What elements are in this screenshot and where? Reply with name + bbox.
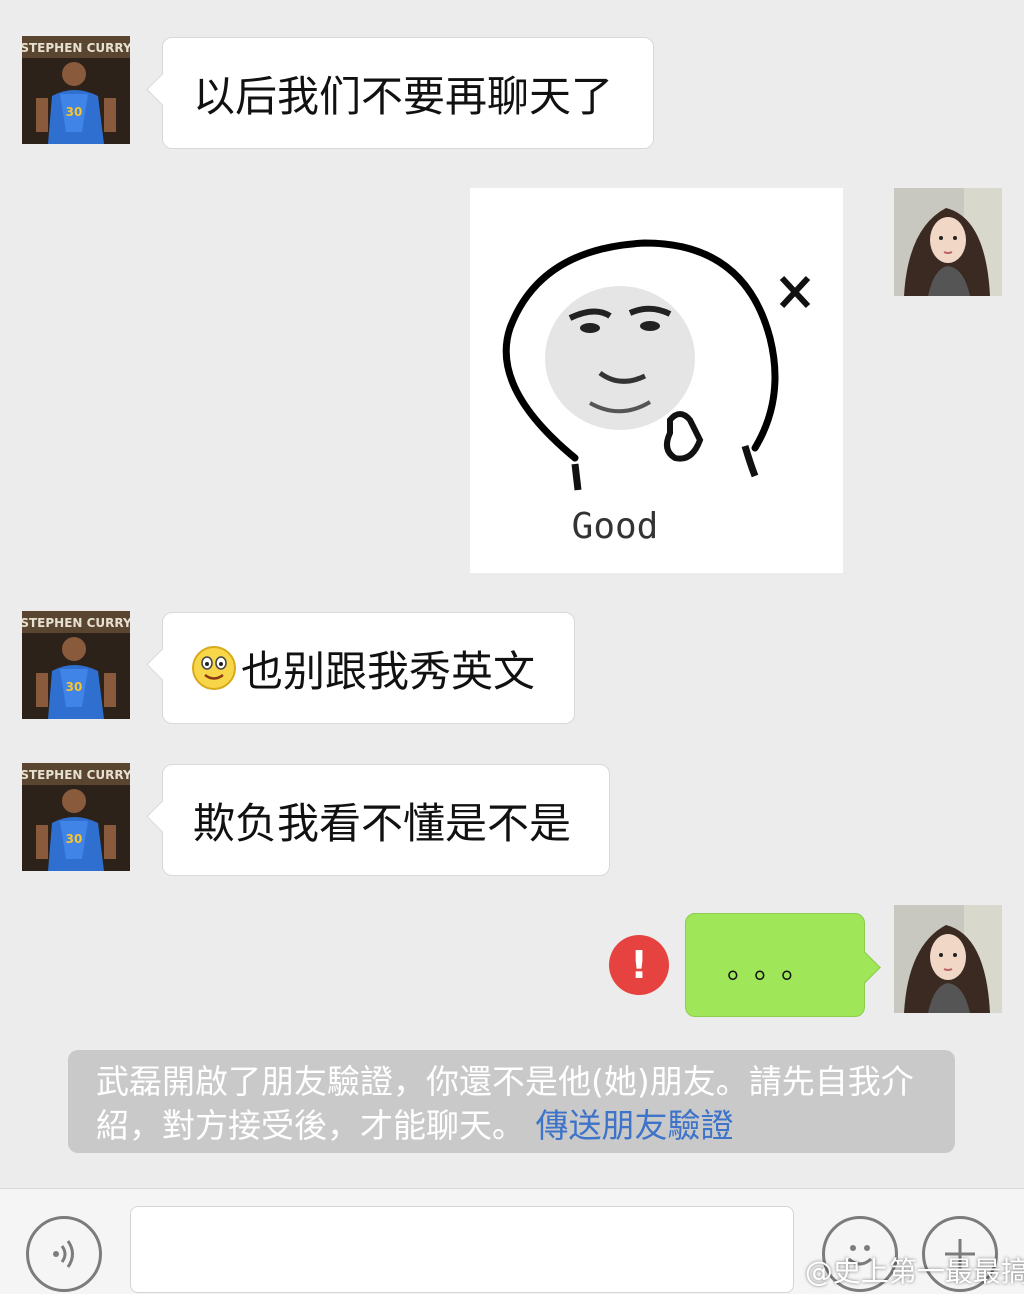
- message-bubble-sent[interactable]: 。。。: [685, 913, 865, 1017]
- avatar-self[interactable]: [894, 188, 1002, 296]
- watermark: @史上第一最最搞: [752, 1250, 1024, 1292]
- voice-icon: [53, 1240, 74, 1268]
- message-bubble-received[interactable]: 欺负我看不懂是不是: [162, 764, 610, 876]
- send-verification-link[interactable]: 傳送朋友驗證: [536, 1106, 734, 1145]
- avatar-self[interactable]: [894, 905, 1002, 1013]
- avatar-contact-image: STEPHEN CURRY 30: [22, 611, 130, 719]
- message-text: 。。。: [727, 951, 823, 986]
- avatar-self-image: [894, 905, 1002, 1013]
- smiley-emoji-icon: [191, 645, 237, 691]
- avatar-contact[interactable]: STEPHEN CURRY 30: [22, 36, 130, 144]
- sticker-good-image: Good: [470, 188, 843, 573]
- message-bubble-received[interactable]: 以后我们不要再聊天了: [162, 37, 654, 149]
- svg-text:30: 30: [66, 680, 83, 694]
- svg-text:30: 30: [66, 105, 83, 119]
- system-notice: 武磊開啟了朋友驗證，你還不是他(她)朋友。請先自我介紹，對方接受後，才能聊天。 …: [68, 1050, 955, 1153]
- system-notice-text: 武磊開啟了朋友驗證，你還不是他(她)朋友。請先自我介紹，對方接受後，才能聊天。: [96, 1062, 914, 1145]
- avatar-contact[interactable]: STEPHEN CURRY 30: [22, 611, 130, 719]
- watermark-text: @史上第一最最搞: [804, 1255, 1024, 1288]
- svg-text:30: 30: [66, 832, 83, 846]
- weibo-logo-icon: [752, 1255, 792, 1292]
- message-text: 以后我们不要再聊天了: [193, 71, 614, 121]
- send-failed-icon[interactable]: !: [609, 935, 669, 995]
- message-text: 欺负我看不懂是不是: [193, 798, 572, 848]
- voice-button[interactable]: [26, 1216, 102, 1292]
- message-text: 也别跟我秀英文: [241, 646, 536, 696]
- avatar-contact[interactable]: STEPHEN CURRY 30: [22, 763, 130, 871]
- message-input[interactable]: [130, 1206, 794, 1293]
- avatar-contact-image: STEPHEN CURRY 30: [22, 36, 130, 144]
- message-bubble-received[interactable]: 也别跟我秀英文: [162, 612, 575, 724]
- svg-text:STEPHEN CURRY: STEPHEN CURRY: [22, 768, 130, 782]
- svg-text:STEPHEN CURRY: STEPHEN CURRY: [22, 41, 130, 55]
- avatar-self-image: [894, 188, 1002, 296]
- svg-text:STEPHEN CURRY: STEPHEN CURRY: [22, 616, 130, 630]
- avatar-contact-image: STEPHEN CURRY 30: [22, 763, 130, 871]
- sticker-message[interactable]: Good: [470, 188, 843, 573]
- svg-text:Good: Good: [572, 506, 659, 547]
